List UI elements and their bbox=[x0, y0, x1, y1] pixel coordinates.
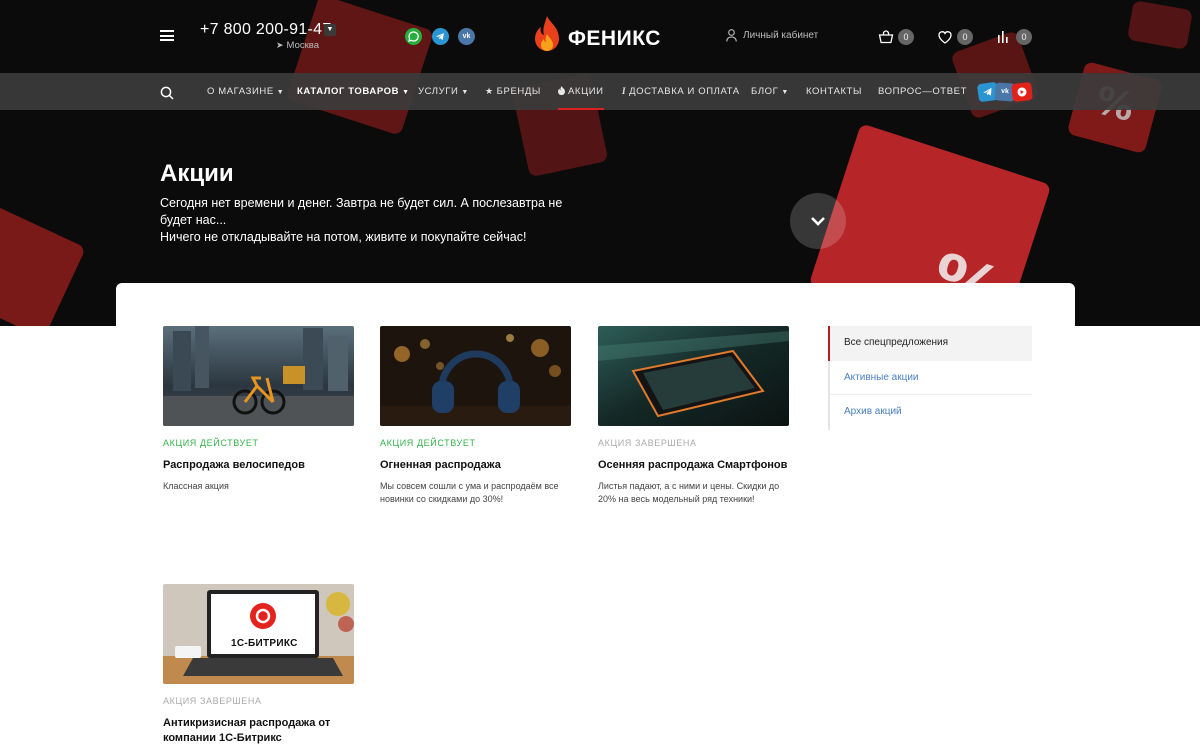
nav-item-faq[interactable]: Вопрос—ответ bbox=[878, 73, 967, 110]
nav-item-delivery[interactable]: i Доставка и оплата bbox=[622, 73, 740, 110]
nav-label: О магазине bbox=[207, 86, 274, 97]
cart-icon[interactable] bbox=[878, 29, 894, 45]
phone-number[interactable]: +7 800 200-91-47 bbox=[200, 21, 332, 39]
compare-icon[interactable] bbox=[996, 29, 1012, 45]
cabinet-label: Личный кабинет bbox=[743, 30, 819, 42]
nav-label: Услуги bbox=[418, 86, 459, 97]
chevron-down-icon bbox=[811, 217, 825, 226]
promo-title[interactable]: Осенняя распродажа Смартфонов bbox=[598, 458, 789, 473]
filter-sales-archive[interactable]: Архив акций bbox=[830, 395, 1032, 430]
location-arrow-icon: ➤ bbox=[276, 40, 284, 50]
promo-description: Листья падают, а с ними и цены. Скидки д… bbox=[598, 481, 780, 504]
logo[interactable]: ФЕНИКС bbox=[530, 14, 670, 58]
promo-card[interactable]: Акция действует Огненная распродажа Мы с… bbox=[380, 326, 571, 506]
nav-item-catalog[interactable]: Каталог товаров ▼ bbox=[297, 73, 410, 110]
promo-description: Классная акция bbox=[163, 481, 229, 491]
laptop-photo[interactable]: 1С-БИТРИКС bbox=[163, 584, 354, 684]
chevron-down-icon: ▼ bbox=[781, 89, 789, 96]
hero-line: Ничего не откладывайте на потом, живите … bbox=[160, 230, 527, 244]
nav-label: Акции bbox=[568, 86, 604, 97]
nav-label: Каталог товаров bbox=[297, 86, 400, 97]
flame-logo-icon bbox=[535, 16, 559, 51]
promo-status: Акция действует bbox=[163, 438, 259, 448]
nav-item-about[interactable]: О магазине ▼ bbox=[207, 73, 284, 110]
nav-label: Доставка и оплата bbox=[629, 86, 740, 97]
laptop-screen-text: 1С-БИТРИКС bbox=[231, 638, 298, 649]
vk-icon[interactable]: vk bbox=[458, 28, 475, 45]
nav-label: Бренды bbox=[496, 86, 541, 97]
smartphone-photo[interactable] bbox=[598, 326, 789, 426]
filter-active-sales[interactable]: Активные акции bbox=[830, 361, 1032, 395]
promo-description: Мы совсем сошли с ума и распродаём все н… bbox=[380, 481, 559, 504]
search-icon[interactable] bbox=[160, 86, 174, 100]
bicycle-photo[interactable] bbox=[163, 326, 354, 426]
whatsapp-icon[interactable] bbox=[405, 28, 422, 45]
promo-title[interactable]: Огненная распродажа bbox=[380, 458, 571, 473]
fire-icon bbox=[558, 86, 565, 96]
menu-burger-icon[interactable] bbox=[160, 30, 174, 41]
nav-item-services[interactable]: Услуги ▼ bbox=[418, 73, 469, 110]
promo-title[interactable]: Антикризисная распродажа от компании 1С-… bbox=[163, 716, 354, 746]
city-name: Москва bbox=[286, 40, 319, 51]
user-icon bbox=[726, 29, 737, 42]
info-icon: i bbox=[622, 86, 627, 96]
page-title: Акции bbox=[160, 160, 234, 187]
nav-item-brands[interactable]: ★ Бренды bbox=[485, 73, 541, 110]
heart-icon[interactable] bbox=[937, 29, 953, 45]
promo-card[interactable]: Акция действует Распродажа велосипедов К… bbox=[163, 326, 354, 493]
phone-dropdown-icon[interactable]: ▼ bbox=[324, 24, 336, 36]
nav-label: Контакты bbox=[806, 86, 863, 97]
personal-cabinet-link[interactable]: Личный кабинет bbox=[726, 29, 818, 42]
star-icon: ★ bbox=[485, 86, 494, 96]
filter-all-offers[interactable]: Все спецпредложения bbox=[828, 326, 1032, 361]
hero-line: Сегодня нет времени и денег. Завтра не б… bbox=[160, 196, 563, 227]
promo-title[interactable]: Распродажа велосипедов bbox=[163, 458, 354, 473]
cart-count-badge: 0 bbox=[898, 29, 914, 45]
nav-label: Вопрос—ответ bbox=[878, 86, 967, 97]
city-selector[interactable]: ➤ Москва bbox=[276, 40, 319, 51]
logo-text: ФЕНИКС bbox=[568, 27, 661, 50]
chevron-down-icon: ▼ bbox=[461, 89, 469, 96]
promo-card[interactable]: Акция завершена Осенняя распродажа Смарт… bbox=[598, 326, 789, 506]
telegram-icon[interactable] bbox=[432, 28, 449, 45]
chevron-down-icon: ▼ bbox=[276, 89, 285, 96]
youtube-icon[interactable] bbox=[1011, 82, 1033, 102]
promo-card[interactable]: 1С-БИТРИКС Акция завершена Антикризисная… bbox=[163, 584, 354, 746]
sales-filter-menu: Все спецпредложения Активные акции Архив… bbox=[828, 326, 1032, 430]
scroll-down-button[interactable] bbox=[790, 193, 846, 249]
site-header: +7 800 200-91-47 ▼ ➤ Москва vk ФЕНИКС Лич… bbox=[0, 0, 1200, 73]
promo-status: Акция завершена bbox=[163, 696, 262, 706]
main-navigation: О магазине ▼ Каталог товаров ▼ Услуги ▼ ★ Бр… bbox=[0, 73, 1200, 110]
hero-description: Сегодня нет времени и денег. Завтра не б… bbox=[160, 195, 590, 246]
discount-ticket-decor bbox=[0, 201, 86, 326]
nav-item-contacts[interactable]: Контакты bbox=[806, 73, 862, 110]
nav-item-sales[interactable]: Акции bbox=[558, 73, 604, 110]
headphones-photo[interactable] bbox=[380, 326, 571, 426]
promo-status: Акция действует bbox=[380, 438, 476, 448]
promo-status: Акция завершена bbox=[598, 438, 697, 448]
compare-count-badge: 0 bbox=[1016, 29, 1032, 45]
nav-label: Блог bbox=[751, 86, 779, 97]
nav-item-blog[interactable]: Блог ▼ bbox=[751, 73, 789, 110]
favorites-count-badge: 0 bbox=[957, 29, 973, 45]
chevron-down-icon: ▼ bbox=[402, 89, 410, 96]
